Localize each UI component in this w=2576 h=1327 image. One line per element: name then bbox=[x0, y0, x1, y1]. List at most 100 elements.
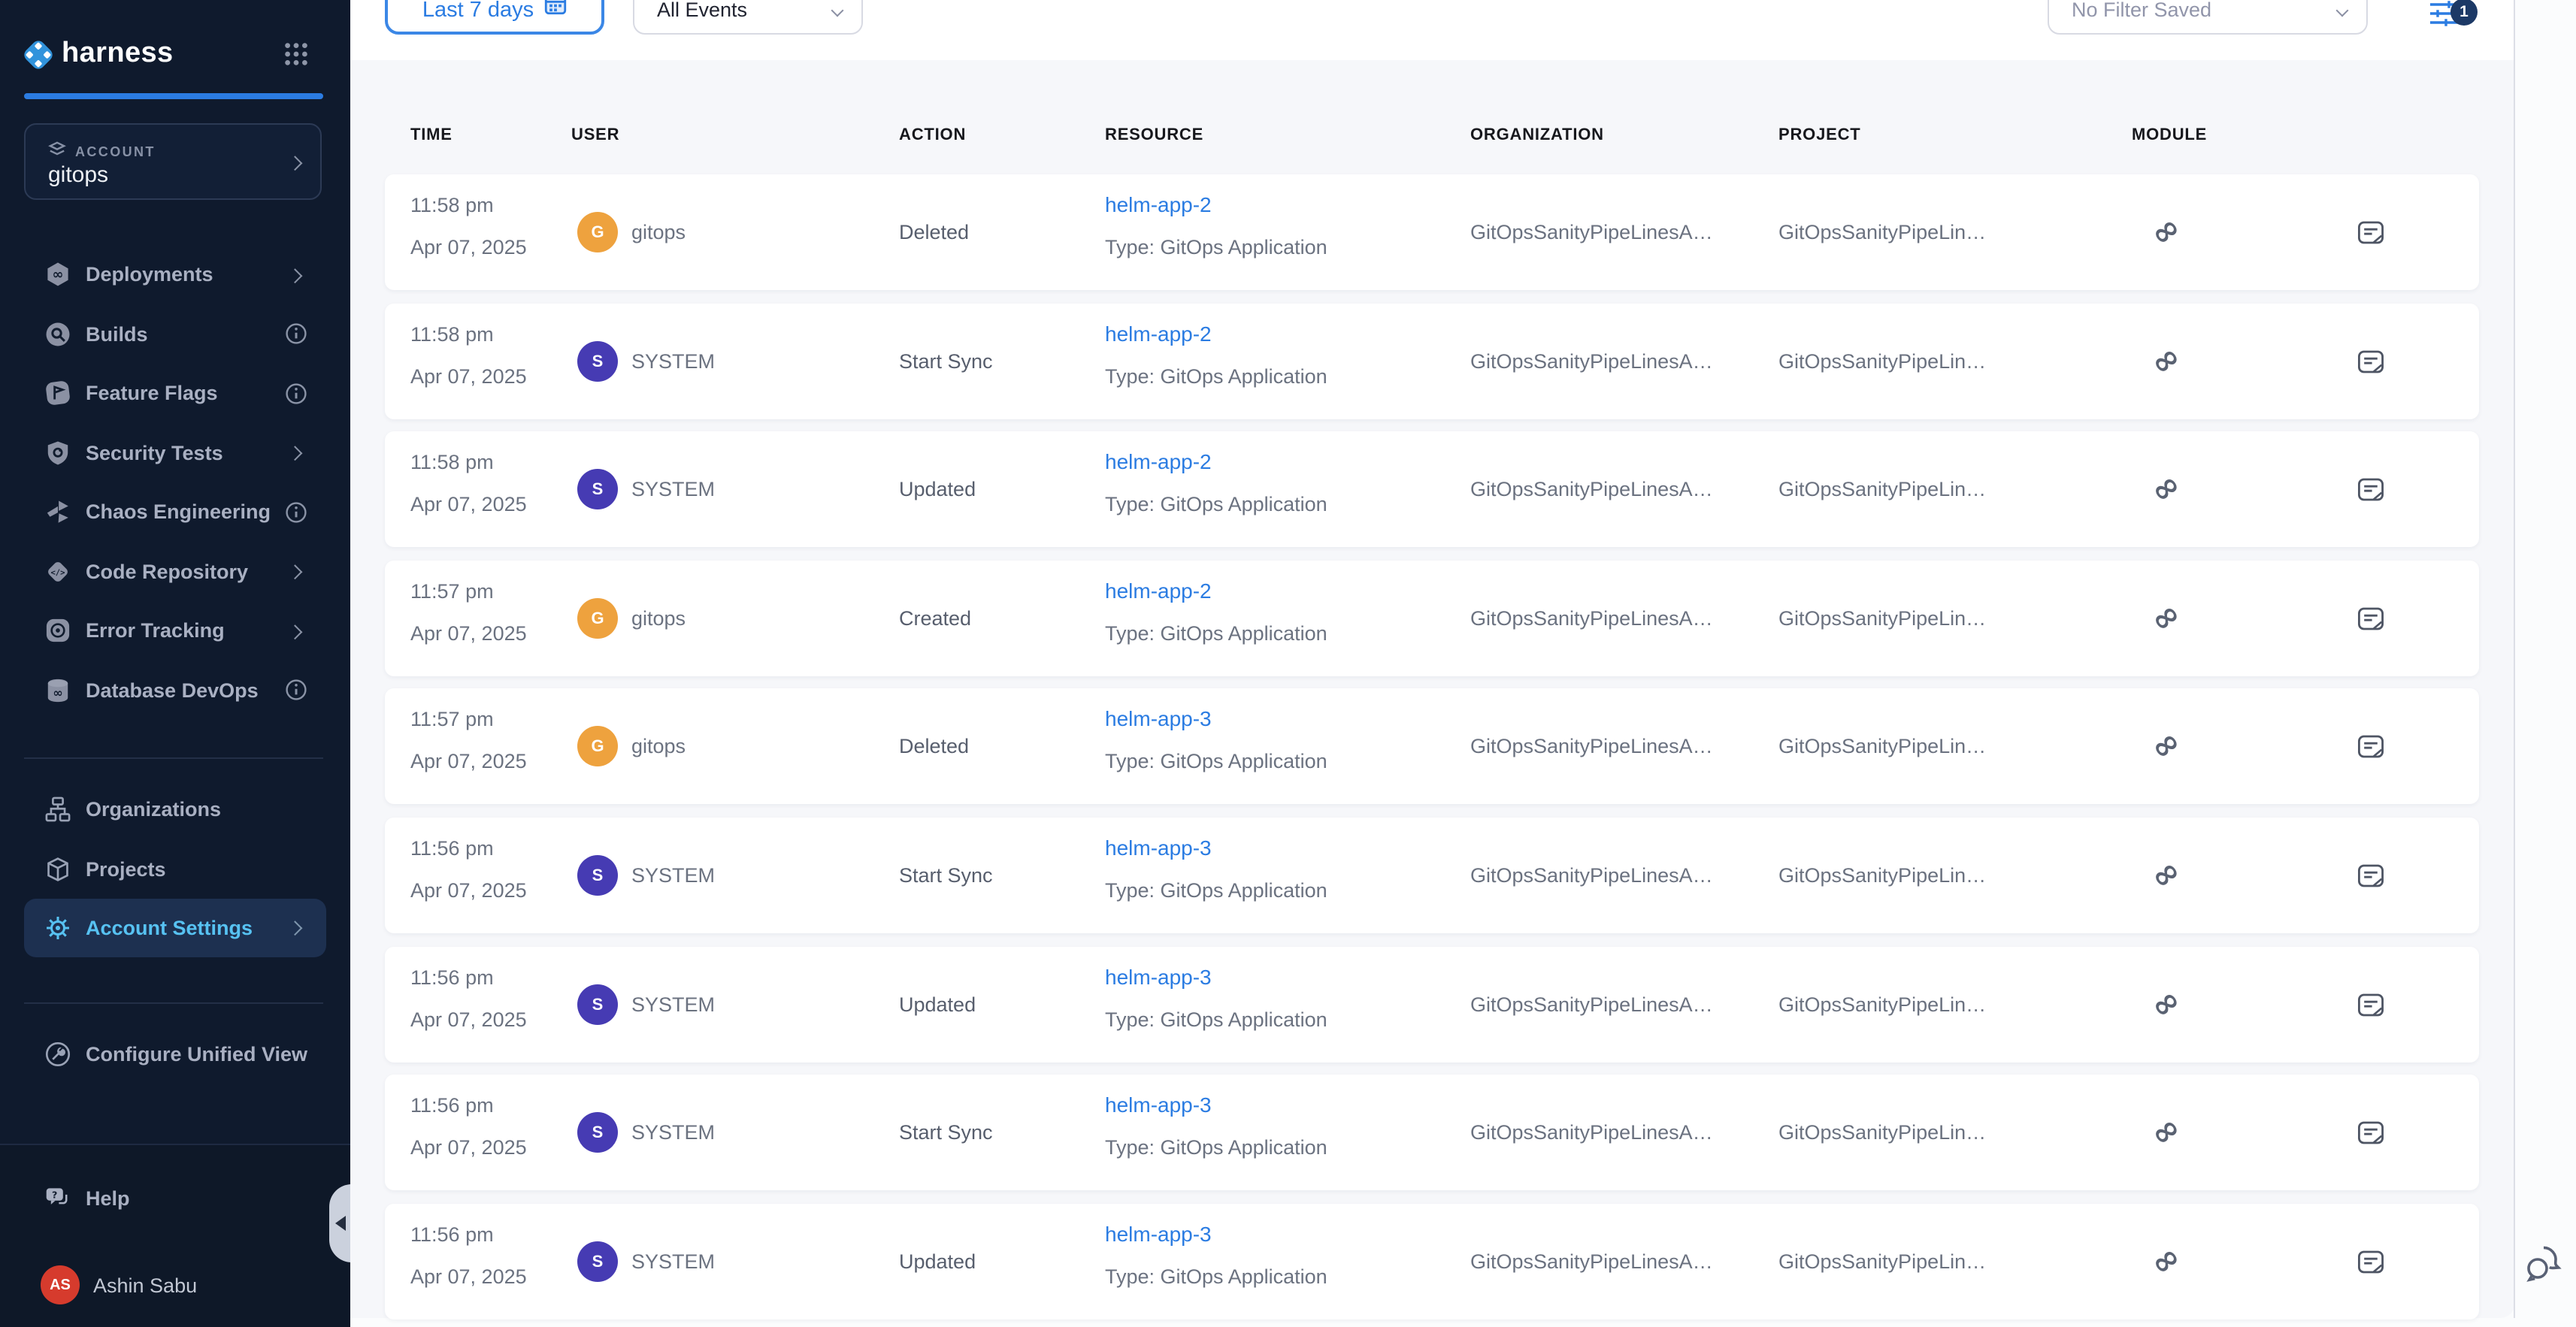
sidebar-item-label: Account Settings bbox=[86, 917, 284, 939]
gitops-module-icon[interactable]: ∞ bbox=[2115, 431, 2217, 546]
sidebar-item-builds[interactable]: Builds bbox=[0, 304, 350, 364]
gitops-module-icon[interactable]: ∞ bbox=[2115, 818, 2217, 933]
sidebar-item-label: Code Repository bbox=[86, 561, 284, 583]
action: Created bbox=[899, 561, 971, 676]
avatar: G bbox=[577, 726, 618, 766]
brand[interactable]: harness bbox=[21, 33, 329, 75]
sidebar-item-label: Organizations bbox=[86, 799, 284, 821]
gitops-module-icon[interactable]: ∞ bbox=[2115, 1075, 2217, 1189]
resource-type: Type: GitOps Application bbox=[1105, 1008, 1327, 1031]
projects-icon bbox=[44, 856, 71, 883]
event-details-icon[interactable] bbox=[2357, 1249, 2384, 1276]
main-content: TIMEUSERACTIONRESOURCEORGANIZATIONPROJEC… bbox=[350, 0, 2576, 1327]
resource-link[interactable]: helm-app-3 bbox=[1105, 706, 1212, 730]
event-details-icon[interactable] bbox=[2357, 476, 2384, 503]
app-grid-icon[interactable] bbox=[284, 42, 308, 66]
column-header-user: USER bbox=[571, 126, 619, 144]
saved-filter-value: No Filter Saved bbox=[2072, 0, 2211, 21]
avatar: S bbox=[577, 984, 618, 1025]
saved-filter-select[interactable]: No Filter Saved bbox=[2048, 0, 2368, 35]
gitops-module-icon[interactable]: ∞ bbox=[2115, 688, 2217, 803]
sidebar-item-configure-unified-view[interactable]: Configure Unified View bbox=[0, 1025, 350, 1084]
project: GitOpsSanityPipeLin… bbox=[1778, 561, 1986, 676]
event-details-icon[interactable] bbox=[2357, 733, 2384, 760]
resource-type: Type: GitOps Application bbox=[1105, 493, 1327, 515]
event-time: 11:56 pm bbox=[410, 1223, 494, 1246]
sidebar-item-security-tests[interactable]: Security Tests bbox=[0, 423, 350, 482]
user-name: SYSTEM bbox=[631, 431, 715, 547]
current-user[interactable]: AS Ashin Sabu bbox=[41, 1265, 197, 1304]
project: GitOpsSanityPipeLin… bbox=[1778, 431, 1986, 547]
sidebar-item-account-settings[interactable]: Account Settings bbox=[24, 899, 326, 957]
avatar: G bbox=[577, 212, 618, 252]
event-date: Apr 07, 2025 bbox=[410, 1265, 527, 1288]
audit-row: 11:56 pmApr 07, 2025SSYSTEMUpdatedhelm-a… bbox=[385, 1204, 2479, 1319]
gitops-module-icon[interactable]: ∞ bbox=[2115, 304, 2217, 419]
resource-link[interactable]: helm-app-2 bbox=[1105, 449, 1212, 473]
resource-link[interactable]: helm-app-3 bbox=[1105, 1222, 1212, 1246]
sidebar-item-deployments[interactable]: ∞Deployments bbox=[0, 245, 350, 304]
column-header-action: ACTION bbox=[899, 126, 966, 144]
resource-link[interactable]: helm-app-3 bbox=[1105, 965, 1212, 989]
chevron-right-icon bbox=[284, 923, 307, 933]
event-type-value: All Events bbox=[657, 0, 747, 21]
avatar: S bbox=[577, 341, 618, 382]
sidebar-collapse-handle[interactable] bbox=[329, 1184, 352, 1262]
info-icon bbox=[284, 324, 307, 345]
resource-link[interactable]: helm-app-3 bbox=[1105, 836, 1212, 860]
divider bbox=[24, 757, 323, 759]
organization: GitOpsSanityPipeLinesA… bbox=[1470, 688, 1713, 804]
column-header-organization: ORGANIZATION bbox=[1470, 126, 1604, 144]
avatar: G bbox=[577, 598, 618, 639]
chevron-right-icon bbox=[287, 156, 301, 169]
sidebar-item-code-repository[interactable]: </>Code Repository bbox=[0, 542, 350, 601]
gitops-module-icon[interactable]: ∞ bbox=[2115, 947, 2217, 1062]
panel-right-border bbox=[2514, 0, 2515, 1318]
account-name: gitops bbox=[48, 162, 108, 188]
event-details-icon[interactable] bbox=[2357, 1120, 2384, 1147]
resource-type: Type: GitOps Application bbox=[1105, 622, 1327, 645]
sidebar-item-feature-flags[interactable]: Feature Flags bbox=[0, 364, 350, 423]
database-devops-icon: ∞ bbox=[44, 677, 71, 704]
organization: GitOpsSanityPipeLinesA… bbox=[1470, 561, 1713, 676]
sidebar-item-help[interactable]: ?Help bbox=[0, 1169, 350, 1229]
project: GitOpsSanityPipeLin… bbox=[1778, 818, 1986, 933]
nav-help: ?Help bbox=[0, 1169, 350, 1229]
resource-link[interactable]: helm-app-2 bbox=[1105, 192, 1212, 216]
project: GitOpsSanityPipeLin… bbox=[1778, 947, 1986, 1063]
resource-link[interactable]: helm-app-3 bbox=[1105, 1093, 1212, 1117]
sidebar-item-label: Configure Unified View bbox=[86, 1044, 307, 1066]
event-details-icon[interactable] bbox=[2357, 606, 2384, 633]
action: Deleted bbox=[899, 688, 969, 804]
event-details-icon[interactable] bbox=[2357, 219, 2384, 246]
sidebar-item-chaos-engineering[interactable]: Chaos Engineering bbox=[0, 482, 350, 542]
gitops-module-icon[interactable]: ∞ bbox=[2115, 1204, 2217, 1319]
sidebar-item-error-tracking[interactable]: Error Tracking bbox=[0, 601, 350, 660]
event-details-icon[interactable] bbox=[2357, 992, 2384, 1019]
event-details-icon[interactable] bbox=[2357, 349, 2384, 376]
event-details-icon[interactable] bbox=[2357, 863, 2384, 890]
sidebar-item-database-devops[interactable]: ∞Database DevOps bbox=[0, 660, 350, 720]
sidebar-item-projects[interactable]: Projects bbox=[0, 839, 350, 899]
security-tests-icon bbox=[44, 440, 71, 467]
gitops-module-icon[interactable]: ∞ bbox=[2115, 561, 2217, 676]
support-chat-icon[interactable] bbox=[2526, 1244, 2566, 1282]
info-icon bbox=[284, 502, 307, 523]
calendar-icon bbox=[544, 0, 567, 23]
chevron-down-icon bbox=[2336, 5, 2349, 17]
gitops-module-icon[interactable]: ∞ bbox=[2115, 174, 2217, 289]
organization: GitOpsSanityPipeLinesA… bbox=[1470, 818, 1713, 933]
organization: GitOpsSanityPipeLinesA… bbox=[1470, 304, 1713, 419]
date-range-button[interactable]: Last 7 days bbox=[385, 0, 604, 35]
resource-type: Type: GitOps Application bbox=[1105, 1136, 1327, 1159]
event-date: Apr 07, 2025 bbox=[410, 879, 527, 902]
organizations-icon bbox=[44, 797, 71, 824]
resource-link[interactable]: helm-app-2 bbox=[1105, 322, 1212, 346]
audit-row: 11:58 pmApr 07, 2025GgitopsDeletedhelm-a… bbox=[385, 174, 2479, 290]
sidebar-item-label: Feature Flags bbox=[86, 382, 284, 405]
account-selector[interactable]: ACCOUNT gitops bbox=[24, 123, 322, 200]
event-type-select[interactable]: All Events bbox=[633, 0, 863, 35]
sidebar-item-organizations[interactable]: Organizations bbox=[0, 780, 350, 839]
action: Updated bbox=[899, 431, 976, 547]
resource-link[interactable]: helm-app-2 bbox=[1105, 579, 1212, 603]
